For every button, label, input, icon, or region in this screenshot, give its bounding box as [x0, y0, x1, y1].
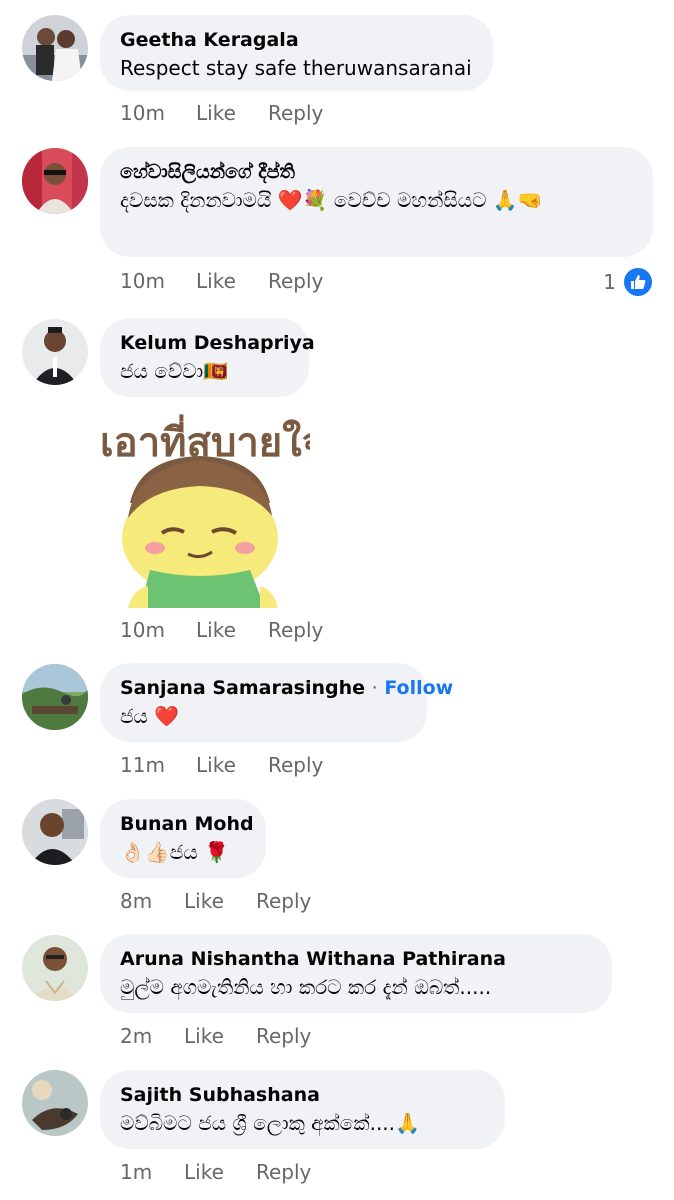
comment-actions: 1m Like Reply — [120, 1160, 311, 1184]
avatar[interactable] — [22, 15, 88, 81]
avatar[interactable] — [22, 799, 88, 865]
comment-author[interactable]: Sajith Subhashana — [120, 1082, 485, 1108]
reply-button[interactable]: Reply — [268, 101, 323, 125]
like-button[interactable]: Like — [184, 1024, 256, 1048]
comment-actions: 2m Like Reply — [120, 1024, 311, 1048]
comment-author[interactable]: Aruna Nishantha Withana Pathirana — [120, 946, 592, 972]
like-thumb-icon — [622, 266, 654, 298]
avatar[interactable] — [22, 664, 88, 730]
comment-author[interactable]: Bunan Mohd — [120, 811, 254, 837]
reply-button[interactable]: Reply — [256, 1024, 311, 1048]
comment-author[interactable]: හේවාසිලියන්ගේ දීප්ති — [120, 159, 633, 185]
reaction-count: 1 — [603, 270, 616, 294]
like-button[interactable]: Like — [196, 618, 268, 642]
comment-time[interactable]: 10m — [120, 101, 196, 125]
comment-text: මව්බිමට ජය ශ්‍රී ලොකු අක්කේ....🙏 — [120, 1111, 420, 1135]
comment-bubble: Bunan Mohd 👌🏻👍🏻ජය 🌹 — [100, 799, 266, 878]
like-button[interactable]: Like — [184, 1160, 256, 1184]
comment-actions: 10m Like Reply — [120, 101, 323, 125]
comment-time[interactable]: 1m — [120, 1160, 184, 1184]
like-button[interactable]: Like — [184, 889, 256, 913]
comment-bubble: Kelum Deshapriya ජය වේවා🇱🇰 — [100, 318, 315, 397]
reply-button[interactable]: Reply — [256, 889, 311, 913]
sticker-image[interactable]: เอาที่สบายใจ — [100, 408, 325, 608]
like-button[interactable]: Like — [196, 753, 268, 777]
comment-text: ජය ❤️ — [120, 704, 180, 728]
comment-text: දවසක දිනනවාමයි ❤️💐 වෙච්ච මහන්සියට 🙏🤜 — [120, 188, 543, 212]
avatar[interactable] — [22, 319, 88, 385]
comment-text: Respect stay safe theruwansaranai — [120, 56, 472, 80]
comment-author[interactable]: Sanjana Samarasinghe — [120, 677, 365, 699]
comment-bubble: Aruna Nishantha Withana Pathirana මුල්ම … — [100, 934, 612, 1013]
comment-time[interactable]: 11m — [120, 753, 196, 777]
reply-button[interactable]: Reply — [256, 1160, 311, 1184]
comment-author[interactable]: Geetha Keragala — [120, 27, 473, 53]
comment-bubble: හේවාසිලියන්ගේ දීප්ති දවසක දිනනවාමයි ❤️💐 … — [100, 147, 653, 257]
comment-time[interactable]: 10m — [120, 269, 196, 293]
comment-bubble: Sanjana Samarasinghe · Follow ජය ❤️ — [100, 663, 453, 742]
like-button[interactable]: Like — [196, 101, 268, 125]
comment-actions: 10m Like Reply — [120, 618, 323, 642]
comment-time[interactable]: 10m — [120, 618, 196, 642]
avatar[interactable] — [22, 935, 88, 1001]
separator-dot: · — [371, 677, 378, 699]
reply-button[interactable]: Reply — [268, 618, 323, 642]
avatar[interactable] — [22, 1070, 88, 1136]
follow-button[interactable]: Follow — [384, 677, 453, 699]
comment-text: ජය වේවා🇱🇰 — [120, 359, 229, 383]
comment-bubble: Geetha Keragala Respect stay safe theruw… — [100, 15, 493, 91]
comment-time[interactable]: 2m — [120, 1024, 184, 1048]
reply-button[interactable]: Reply — [268, 269, 323, 293]
comment-author[interactable]: Kelum Deshapriya — [120, 330, 315, 356]
comment-text: මුල්ම අගමැතිනිය හා කරට කර දැන් ඔබත්..... — [120, 975, 492, 999]
comment-text: 👌🏻👍🏻ජය 🌹 — [120, 840, 229, 864]
comment-actions: 11m Like Reply — [120, 753, 323, 777]
avatar[interactable] — [22, 148, 88, 214]
reaction-summary[interactable]: 1 — [603, 266, 654, 298]
comment-author-row: Sanjana Samarasinghe · Follow — [120, 675, 453, 701]
like-button[interactable]: Like — [196, 269, 268, 293]
comment-time[interactable]: 8m — [120, 889, 184, 913]
comment-bubble: Sajith Subhashana මව්බිමට ජය ශ්‍රී ලොකු … — [100, 1070, 505, 1149]
comment-actions: 8m Like Reply — [120, 889, 311, 913]
reply-button[interactable]: Reply — [268, 753, 323, 777]
comment-actions: 10m Like Reply — [120, 269, 323, 293]
